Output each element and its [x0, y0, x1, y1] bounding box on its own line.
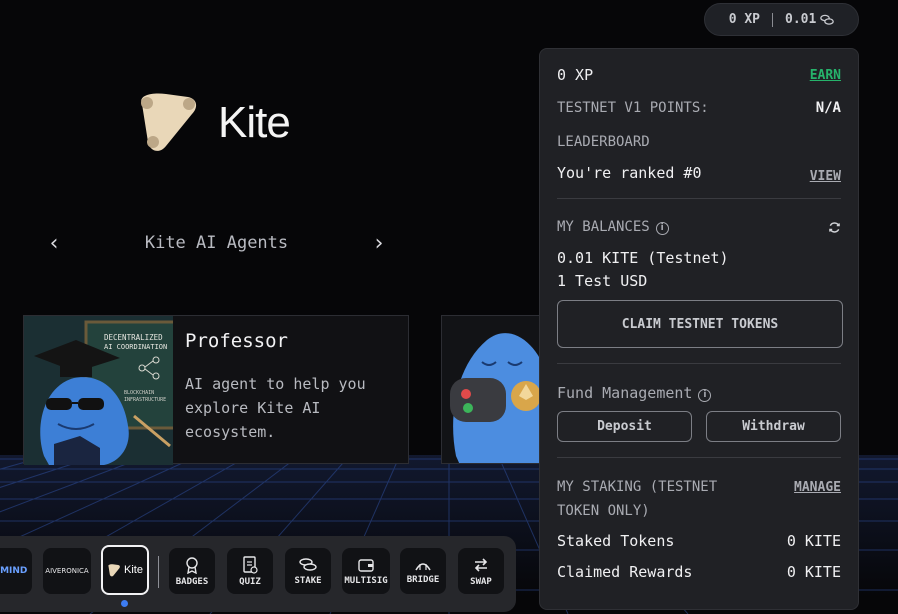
board-line-2: AI COORDINATION — [104, 343, 167, 351]
board-line-4: INFRASTRUCTURE — [124, 397, 166, 403]
balances-heading-row: MY BALANCES i — [557, 218, 841, 236]
quiz-icon — [243, 555, 258, 574]
rank-row: You're ranked #0 VIEW — [557, 163, 841, 184]
fund-management-label: Fund Management — [557, 384, 693, 402]
dock-item-swap[interactable]: SWAP — [458, 548, 504, 594]
dock-label-bridge: BRIDGE — [406, 574, 440, 585]
board-line-3: BLOCKCHAIN — [124, 390, 154, 396]
claim-testnet-tokens-button[interactable]: CLAIM TESTNET TOKENS — [557, 300, 843, 348]
agent-carousel-header: ‹ Kite AI Agents › — [44, 228, 389, 258]
logo-wordmark: Kite — [218, 98, 291, 147]
claimed-rewards-row: Claimed Rewards 0 KITE — [557, 563, 841, 581]
panel-xp-value: 0 XP — [557, 66, 594, 84]
aiveronica-thumb-text: AIVERONICA — [45, 567, 89, 575]
gamer-agent-image — [442, 316, 550, 463]
balance-test-usd: 1 Test USD — [557, 272, 648, 290]
deposit-button[interactable]: Deposit — [557, 411, 692, 442]
pill-divider — [772, 12, 773, 27]
professor-avatar-image: DECENTRALIZED AI COORDINATION BLOCKCHAIN… — [24, 316, 173, 465]
claimed-rewards-label: Claimed Rewards — [557, 563, 693, 581]
staked-tokens-label: Staked Tokens — [557, 532, 675, 550]
claimed-rewards-value: 0 KITE — [786, 563, 841, 581]
leaderboard-label: LEADERBOARD — [557, 134, 650, 150]
agent-card-description: AI agent to help you explore Kite AI eco… — [185, 375, 366, 441]
panel-divider-1 — [557, 198, 841, 199]
staking-heading-row: MY STAKING (TESTNET TOKEN ONLY) MANAGE — [557, 475, 841, 523]
testnet-points-value: N/A — [815, 100, 841, 116]
carousel-next-button[interactable]: › — [369, 231, 389, 256]
dock-label-badges: BADGES — [175, 576, 209, 587]
my-balances-label: MY BALANCES i — [557, 219, 669, 235]
kite-logo: Kite — [136, 92, 291, 154]
wallet-balance: 0.01 — [785, 12, 835, 27]
dock-label-swap: SWAP — [470, 576, 492, 587]
dock-item-multisig[interactable]: MULTISIG — [342, 548, 390, 594]
carousel-prev-button[interactable]: ‹ — [44, 231, 64, 256]
xp-row: 0 XP EARN — [557, 66, 841, 84]
agent-card-body: Professor AI agent to help you explore K… — [173, 316, 397, 463]
rank-text: You're ranked #0 — [557, 164, 702, 182]
wallet-balance-value: 0.01 — [785, 12, 817, 27]
xp-balance-pill[interactable]: 0 XP 0.01 — [704, 3, 859, 36]
testnet-points-label: TESTNET V1 POINTS: — [557, 100, 709, 116]
kite-logo-icon — [141, 93, 197, 151]
app-dock: ITMIND AIVERONICA Kite BADGES QUIZ STAKE… — [0, 536, 516, 612]
carousel-title: Kite AI Agents — [144, 233, 289, 253]
bridge-icon — [415, 562, 431, 570]
xp-counter: 0 XP — [728, 12, 760, 27]
dock-item-aiveronica[interactable]: AIVERONICA — [43, 548, 91, 594]
testnet-points-row: TESTNET V1 POINTS: N/A — [557, 99, 841, 117]
dock-item-itmind[interactable]: ITMIND — [0, 548, 32, 594]
kite-thumb: Kite — [107, 563, 143, 577]
dock-label-multisig: MULTISIG — [344, 575, 388, 586]
withdraw-button[interactable]: Withdraw — [706, 411, 841, 442]
panel-divider-3 — [557, 457, 841, 458]
my-staking-label: MY STAKING (TESTNET TOKEN ONLY) — [557, 479, 718, 519]
dock-item-stake[interactable]: STAKE — [285, 548, 331, 594]
dock-item-kite[interactable]: Kite — [101, 545, 149, 595]
dock-label-stake: STAKE — [294, 575, 322, 586]
panel-divider-2 — [557, 363, 841, 364]
kite-thumb-text: Kite — [124, 564, 143, 576]
staked-tokens-row: Staked Tokens 0 KITE — [557, 532, 841, 550]
refresh-icon[interactable] — [828, 221, 841, 234]
info-icon[interactable]: i — [655, 221, 669, 235]
agent-card-next[interactable] — [441, 315, 551, 464]
balance-kite: 0.01 KITE (Testnet) — [557, 249, 729, 267]
view-leaderboard-link[interactable]: VIEW — [810, 169, 841, 184]
agent-card-professor[interactable]: DECENTRALIZED AI COORDINATION BLOCKCHAIN… — [23, 315, 409, 465]
account-dropdown-panel: 0 XP EARN TESTNET V1 POINTS: N/A LEADERB… — [539, 48, 859, 610]
agent-card-title: Professor — [185, 330, 288, 352]
dock-divider — [158, 556, 159, 588]
stake-coins-icon — [299, 557, 317, 571]
fund-buttons-row: Deposit Withdraw — [557, 411, 841, 442]
kite-mini-icon — [108, 563, 120, 576]
fund-info-icon[interactable]: i — [698, 388, 712, 402]
dock-label-quiz: QUIZ — [239, 576, 261, 587]
dock-item-quiz[interactable]: QUIZ — [227, 548, 273, 594]
staked-tokens-value: 0 KITE — [786, 532, 841, 550]
active-dock-indicator — [121, 600, 128, 607]
board-line-1: DECENTRALIZED — [104, 333, 163, 342]
fund-management-heading: Fund Management i — [557, 383, 841, 402]
dock-item-bridge[interactable]: BRIDGE — [400, 548, 446, 594]
manage-staking-link[interactable]: MANAGE — [794, 480, 841, 495]
leaderboard-heading: LEADERBOARD — [557, 131, 841, 150]
itmind-thumb-text: ITMIND — [0, 566, 28, 576]
my-balances-text: MY BALANCES — [557, 219, 650, 235]
coins-icon — [820, 14, 835, 25]
badge-icon — [186, 556, 198, 574]
swap-arrows-icon — [474, 557, 488, 572]
earn-link[interactable]: EARN — [810, 68, 841, 83]
wallet-icon — [358, 558, 374, 572]
dock-item-badges[interactable]: BADGES — [169, 548, 215, 594]
